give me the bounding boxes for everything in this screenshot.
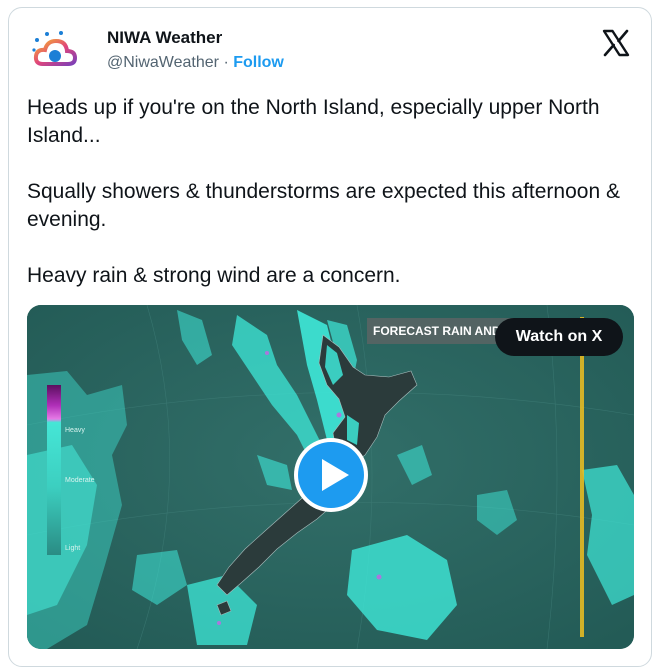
legend-heavy: Heavy [65,427,85,434]
tweet-header: NIWA Weather @NiwaWeather · Follow [27,26,633,82]
niwa-logo-icon[interactable] [31,30,79,78]
watch-on-x-button[interactable]: Watch on X [495,318,623,356]
tweet-paragraph: Heavy rain & strong wind are a concern. [27,264,401,287]
tweet-paragraph: Squally showers & thunderstorms are expe… [27,180,620,231]
tweet-text: Heads up if you're on the North Island, … [27,94,627,290]
tweet-card[interactable]: NIWA Weather @NiwaWeather · Follow Heads… [8,7,652,667]
handle-line: @NiwaWeather · Follow [107,54,284,72]
legend-light: Light [65,545,81,552]
video-player[interactable]: FORECAST RAIN AND Watch on X Heavy Moder… [27,305,634,649]
account-handle[interactable]: @NiwaWeather [107,54,219,71]
follow-button[interactable]: Follow [233,54,284,71]
display-name[interactable]: NIWA Weather [107,28,222,48]
legend-moderate: Moderate [65,477,95,484]
tweet-paragraph: Heads up if you're on the North Island, … [27,96,600,147]
x-logo-icon[interactable] [601,28,631,58]
play-icon[interactable] [291,435,371,515]
separator-dot: · [223,54,229,71]
